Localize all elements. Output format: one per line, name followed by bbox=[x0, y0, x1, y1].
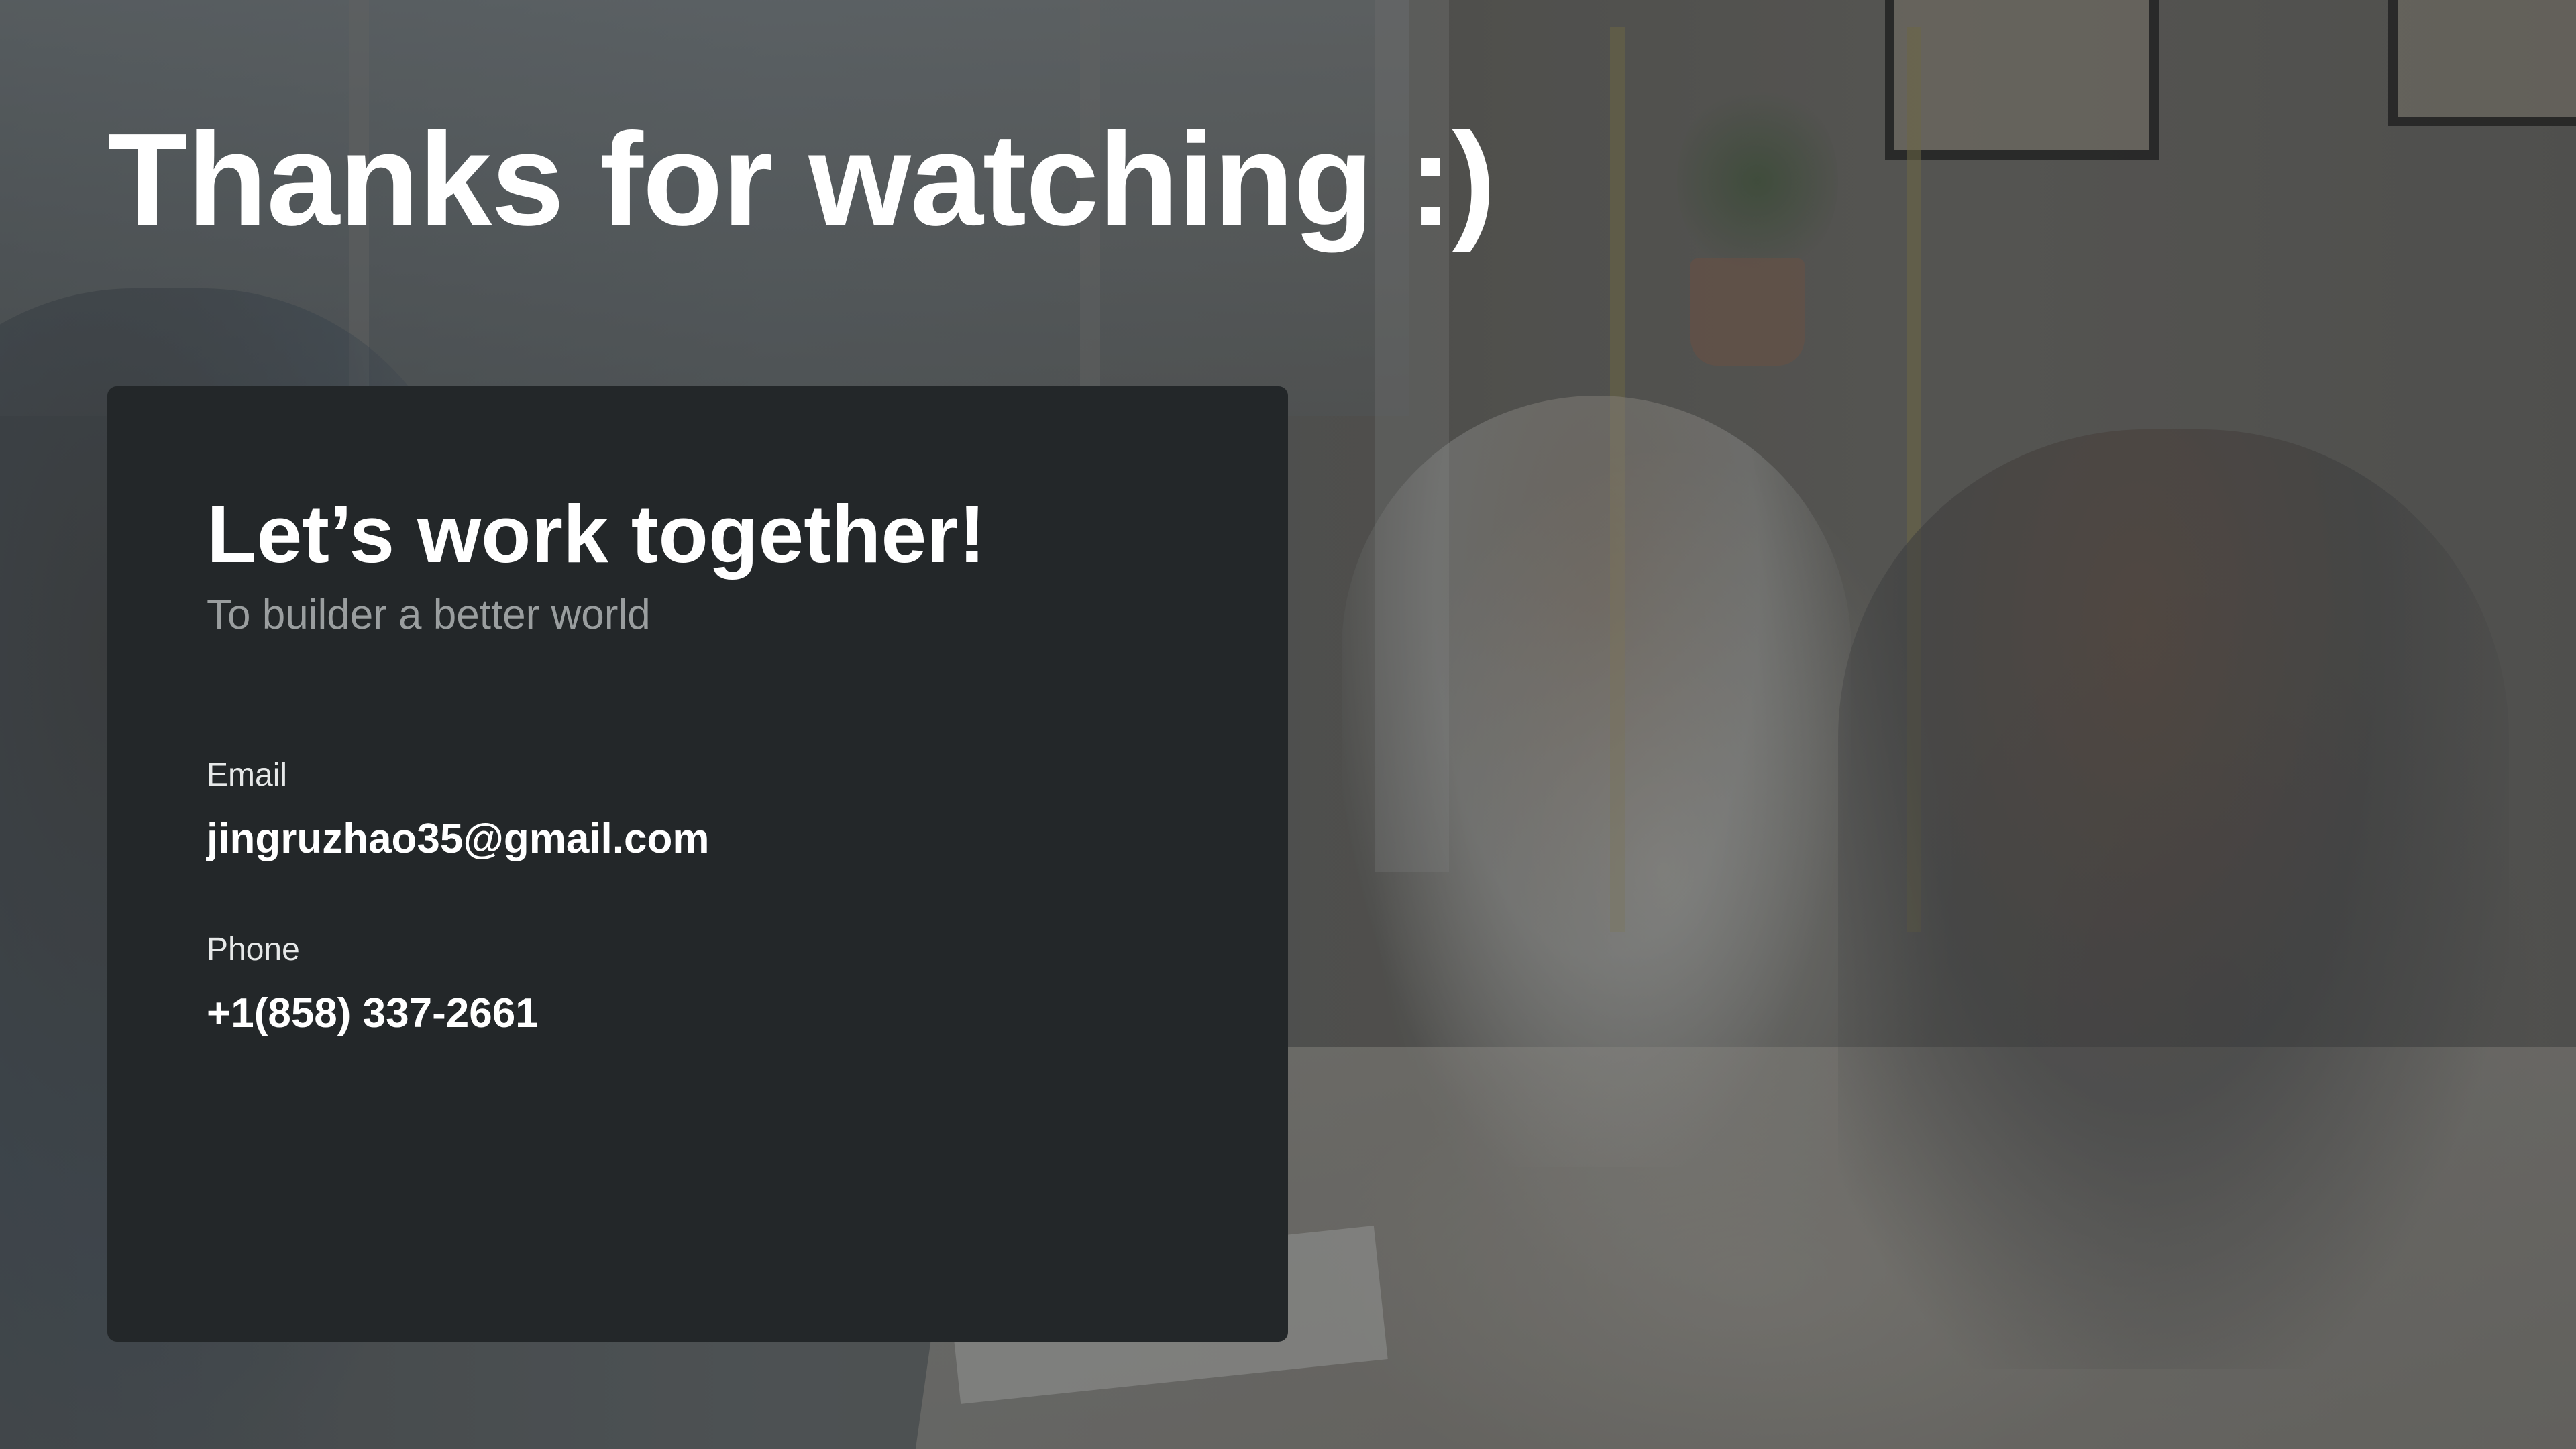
email-field: Email jingruzhao35@gmail.com bbox=[207, 756, 1288, 865]
contact-card: Let’s work together! To builder a better… bbox=[107, 386, 1288, 1342]
email-value[interactable]: jingruzhao35@gmail.com bbox=[207, 814, 1288, 864]
card-heading: Let’s work together! bbox=[207, 488, 986, 580]
slide: Thanks for watching :) Let’s work togeth… bbox=[0, 0, 2576, 1449]
slide-title: Thanks for watching :) bbox=[107, 106, 1496, 253]
phone-label: Phone bbox=[207, 931, 300, 967]
phone-value[interactable]: +1(858) 337-2661 bbox=[207, 989, 1288, 1038]
email-label: Email bbox=[207, 757, 288, 793]
card-subtitle: To builder a better world bbox=[207, 592, 651, 639]
phone-field: Phone +1(858) 337-2661 bbox=[207, 930, 1288, 1039]
